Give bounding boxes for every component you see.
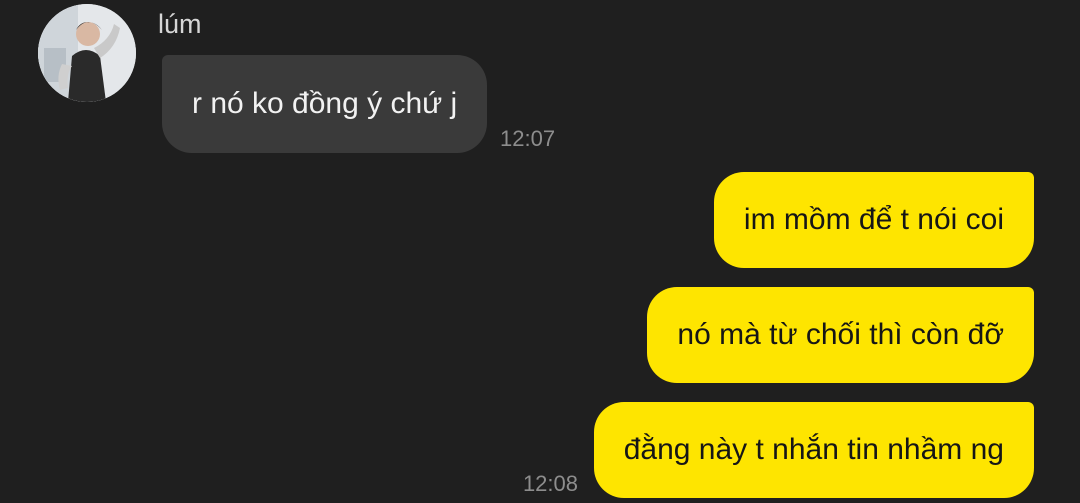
- outgoing-message-bubble[interactable]: im mồm để t nói coi: [713, 172, 1034, 268]
- message-text: r nó ko đồng ý chứ j: [192, 87, 458, 120]
- message-timestamp: 12:08: [522, 471, 578, 496]
- sender-name: lúm: [158, 9, 202, 39]
- message-timestamp: 12:07: [500, 126, 556, 151]
- message-text: nó mà từ chối thì còn đỡ: [677, 318, 1004, 351]
- outgoing-message-bubble[interactable]: đằng này t nhắn tin nhầm ng: [593, 402, 1034, 498]
- outgoing-message-bubble[interactable]: nó mà từ chối thì còn đỡ: [647, 287, 1034, 383]
- message-text: im mồm để t nói coi: [743, 203, 1004, 236]
- message-text: đằng này t nhắn tin nhầm ng: [623, 433, 1004, 466]
- avatar[interactable]: [38, 4, 136, 102]
- profile-photo: [38, 4, 136, 102]
- incoming-message-bubble[interactable]: r nó ko đồng ý chứ j: [162, 55, 488, 153]
